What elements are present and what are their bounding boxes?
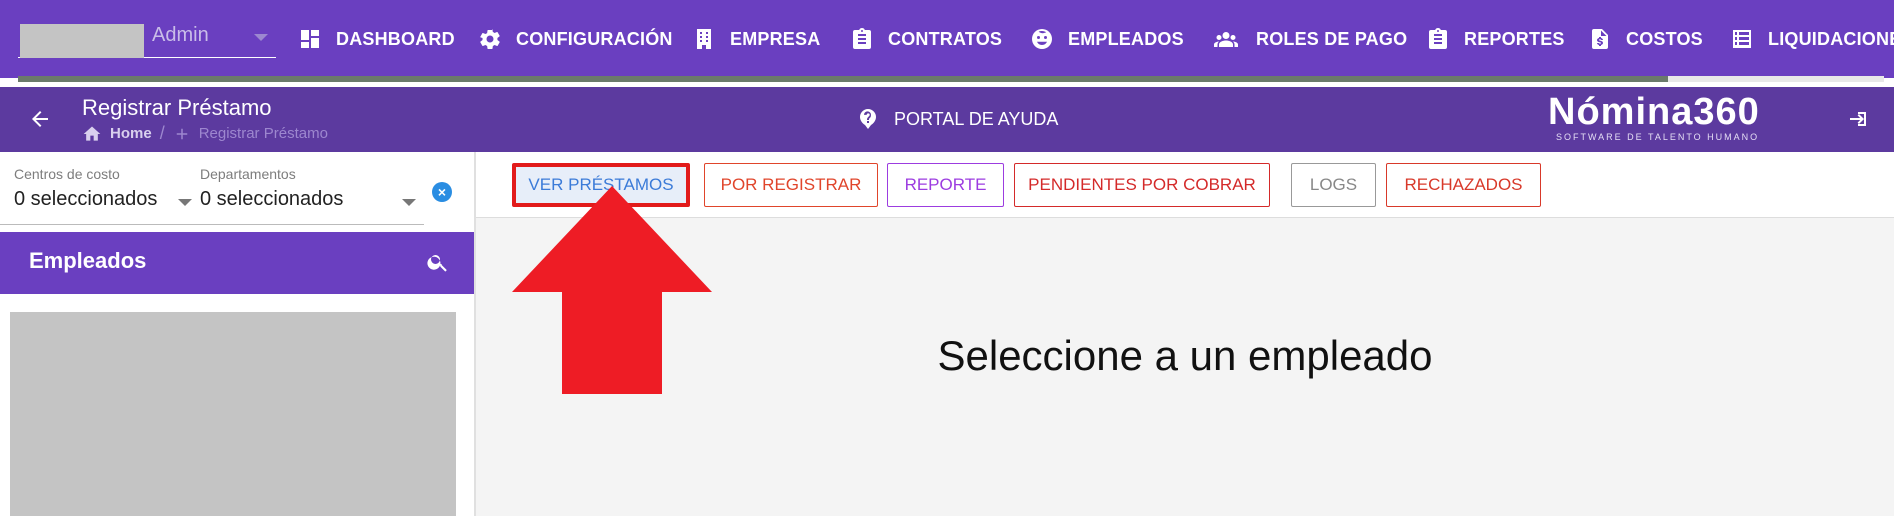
nav-item-dashboard[interactable]: DASHBOARD — [298, 26, 455, 52]
nav-label-empleados: EMPLEADOS — [1068, 28, 1184, 49]
department-filter[interactable]: Departamentos 0 seleccionados — [200, 166, 343, 211]
nav-item-configuracion[interactable]: CONFIGURACIÓN — [478, 26, 673, 52]
nav-label-configuracion: CONFIGURACIÓN — [516, 28, 673, 49]
help-icon — [860, 109, 876, 129]
clipboard-icon — [1429, 28, 1447, 49]
nav-item-roles-de-pago[interactable]: ROLES DE PAGO — [1210, 26, 1407, 52]
nav-item-empleados[interactable]: EMPLEADOS — [1030, 26, 1184, 52]
back-arrow-icon[interactable] — [28, 107, 52, 131]
employees-title: Empleados — [29, 248, 147, 273]
page-title: Registrar Préstamo — [82, 95, 272, 120]
help-label: PORTAL DE AYUDA — [894, 108, 1059, 129]
employees-header: Empleados — [0, 232, 474, 294]
filter-underline — [0, 224, 424, 225]
list-icon — [1733, 30, 1751, 48]
department-dropdown-icon[interactable] — [402, 199, 416, 206]
gear-icon — [480, 29, 500, 50]
nav-label-liquidaciones: LIQUIDACIONE — [1768, 28, 1894, 49]
search-icon[interactable] — [426, 250, 450, 274]
home-icon[interactable] — [82, 124, 102, 144]
nav-item-reportes[interactable]: REPORTES — [1426, 26, 1565, 52]
top-navigation-bar: Admin DASHBOARD CONFIGURACIÓN EMPRESA CO… — [0, 0, 1894, 78]
tab-reporte[interactable]: REPORTE — [887, 163, 1004, 207]
clipboard-icon — [853, 28, 871, 49]
filters-panel: Centros de costo 0 seleccionados Departa… — [0, 152, 474, 230]
nav-item-liquidaciones[interactable]: LIQUIDACIONE — [1730, 26, 1894, 52]
clear-filters-icon[interactable]: × — [432, 182, 452, 202]
breadcrumb-home[interactable]: Home — [110, 125, 152, 142]
dashboard-icon — [301, 30, 319, 48]
nav-item-contratos[interactable]: CONTRATOS — [850, 26, 1002, 52]
nav-label-contratos: CONTRATOS — [888, 28, 1003, 49]
department-label: Departamentos — [200, 166, 296, 182]
cost-center-label: Centros de costo — [14, 166, 120, 182]
nav-label-dashboard: DASHBOARD — [336, 28, 455, 49]
nav-separator — [18, 76, 1668, 82]
help-portal-link[interactable]: PORTAL DE AYUDA — [856, 107, 1058, 131]
logo-tagline: SOFTWARE DE TALENTO HUMANO — [1556, 132, 1760, 142]
cost-center-dropdown-icon[interactable] — [178, 199, 192, 206]
page-header: Registrar Préstamo Home / Registrar Prés… — [0, 87, 1894, 152]
nav-label-reportes: REPORTES — [1464, 28, 1565, 49]
plus-icon — [176, 128, 187, 139]
cost-center-value[interactable]: 0 seleccionados — [14, 188, 157, 211]
breadcrumb-current: Registrar Préstamo — [198, 125, 328, 142]
dollar-file-icon — [1592, 29, 1608, 49]
user-name: Admin — [152, 24, 209, 46]
tab-rechazados[interactable]: RECHAZADOS — [1386, 163, 1541, 207]
department-value[interactable]: 0 seleccionados — [200, 188, 343, 211]
breadcrumb: Home / Registrar Préstamo — [82, 123, 328, 144]
tab-pendientes-por-cobrar[interactable]: PENDIENTES POR COBRAR — [1014, 163, 1270, 207]
nav-label-empresa: EMPRESA — [730, 28, 821, 49]
user-dropdown-caret-icon[interactable] — [254, 34, 268, 41]
user-avatar — [20, 24, 144, 58]
logo-main-text: Nómina360 — [1548, 91, 1760, 133]
tab-logs[interactable]: LOGS — [1291, 163, 1376, 207]
employee-list-placeholder — [10, 312, 456, 516]
nav-label-roles-de-pago: ROLES DE PAGO — [1256, 28, 1408, 49]
nav-active-indicator — [1668, 76, 1884, 82]
face-icon — [1032, 29, 1052, 49]
nomina360-logo: Nómina360 SOFTWARE DE TALENTO HUMANO — [1548, 91, 1778, 143]
breadcrumb-separator: / — [159, 123, 165, 143]
cost-center-filter[interactable]: Centros de costo 0 seleccionados — [14, 166, 157, 211]
employee-list — [0, 294, 474, 516]
red-up-arrow-annotation — [512, 186, 712, 394]
user-selector[interactable]: Admin — [18, 20, 276, 58]
people-icon — [1214, 32, 1238, 47]
tab-por-registrar[interactable]: POR REGISTRAR — [704, 163, 878, 207]
logout-icon[interactable] — [1845, 107, 1869, 131]
nav-item-empresa[interactable]: EMPRESA — [692, 26, 820, 52]
nav-label-costos: COSTOS — [1626, 28, 1703, 49]
building-icon — [697, 29, 711, 49]
nav-item-costos[interactable]: COSTOS — [1588, 26, 1703, 52]
